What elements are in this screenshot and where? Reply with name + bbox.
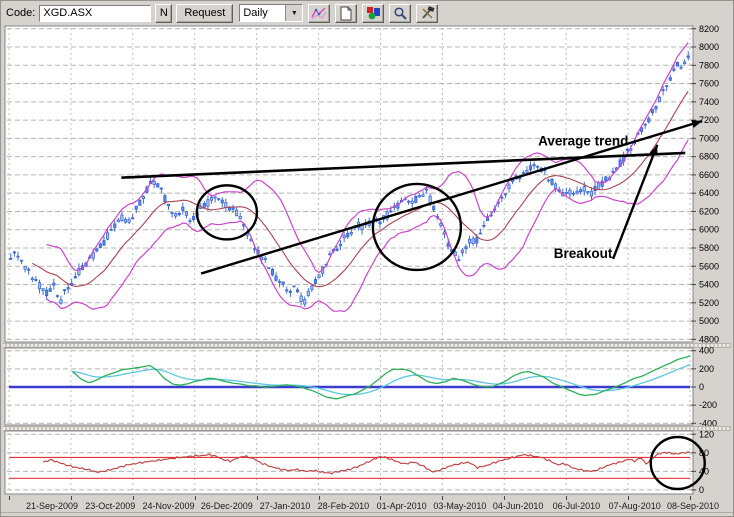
chevron-down-icon: ▼	[285, 5, 302, 21]
x-axis-tick	[257, 496, 258, 500]
x-axis-label: 21-Sep-2009	[26, 501, 78, 511]
y-axis-label: 5600	[699, 261, 719, 271]
chart-style-button[interactable]	[362, 4, 384, 23]
period-select[interactable]: Daily ▼	[239, 4, 303, 22]
y-axis-label: 5000	[699, 316, 719, 326]
y-axis-label: 6200	[699, 206, 719, 216]
x-axis-tick	[71, 496, 72, 500]
document-icon	[339, 6, 353, 21]
y-axis-label: 8000	[699, 42, 719, 52]
x-axis-label: 27-Jan-2010	[260, 501, 311, 511]
y-axis-label: 7000	[699, 133, 719, 143]
x-axis-tick	[566, 496, 567, 500]
zoom-button[interactable]	[389, 4, 411, 23]
y-axis-label: 5200	[699, 298, 719, 308]
price-chart: 8200 8000 7800 7600 7400 7200 7000 6800 6600 6400…	[1, 26, 734, 343]
request-button[interactable]: Request	[176, 4, 233, 23]
y-axis-label: 5400	[699, 280, 719, 290]
y-axis-label: 6800	[699, 152, 719, 162]
y-axis-label: 6600	[699, 170, 719, 180]
code-label: Code:	[6, 7, 35, 19]
y-axis-label: 0	[699, 485, 704, 495]
x-axis-label: 07-Aug-2010	[609, 501, 661, 511]
x-axis-label: 06-Jul-2010	[553, 501, 601, 511]
x-axis-tick	[442, 496, 443, 500]
period-value: Daily	[240, 5, 285, 21]
annotation-text: Average trend	[538, 134, 628, 149]
rsi-chart: 12080400	[1, 431, 734, 495]
x-axis-label: 24-Nov-2009	[143, 501, 195, 511]
x-axis-tick	[690, 496, 691, 500]
toolbar: Code: N Request Daily ▼	[1, 1, 733, 25]
y-axis-label: 400	[699, 346, 714, 356]
window-bottom-edge	[1, 512, 733, 516]
y-axis-label: 6000	[699, 225, 719, 235]
x-axis-tick	[628, 496, 629, 500]
x-axis-tick	[504, 496, 505, 500]
magnifier-icon	[393, 6, 408, 21]
chart-window: Code: N Request Daily ▼	[0, 0, 734, 517]
plot-area	[5, 26, 693, 342]
plot-area	[5, 431, 693, 494]
y-axis-label: 120	[699, 429, 714, 439]
x-axis-label: 08-Sep-2010	[667, 501, 719, 511]
y-axis-label: 6400	[699, 188, 719, 198]
new-chart-button[interactable]	[335, 4, 357, 23]
n-button[interactable]: N	[155, 4, 172, 23]
hammer-tools-icon	[420, 6, 435, 21]
annotation-text: Breakout	[554, 246, 613, 261]
x-axis-tick	[380, 496, 381, 500]
y-axis-label: 7800	[699, 60, 719, 70]
x-axis-label: 26-Dec-2009	[201, 501, 253, 511]
x-axis-tick	[195, 496, 196, 500]
x-axis-label: 28-Feb-2010	[318, 501, 370, 511]
tools-button[interactable]	[416, 4, 438, 23]
x-axis-label: 23-Oct-2009	[85, 501, 135, 511]
y-axis-label: 0	[699, 382, 704, 392]
x-axis-label: 01-Apr-2010	[377, 501, 427, 511]
y-axis-label: 8200	[699, 24, 719, 34]
x-axis-tick	[319, 496, 320, 500]
y-axis-label: 7600	[699, 79, 719, 89]
y-axis-label: 7200	[699, 115, 719, 125]
x-axis-tick	[133, 496, 134, 500]
y-axis-label: 7400	[699, 97, 719, 107]
code-input[interactable]	[39, 5, 151, 22]
y-axis-label: 5800	[699, 243, 719, 253]
indicator-lines-icon	[311, 6, 327, 20]
colored-shapes-icon	[366, 6, 381, 20]
x-axis-label: 03-May-2010	[433, 501, 486, 511]
oscillator-chart: 4002000-200-400	[1, 348, 734, 426]
x-axis-label: 04-Jun-2010	[493, 501, 544, 511]
x-axis-tick	[9, 496, 10, 500]
y-axis-label: 200	[699, 364, 714, 374]
y-axis-label: -200	[699, 400, 717, 410]
indicators-button[interactable]	[308, 4, 330, 23]
